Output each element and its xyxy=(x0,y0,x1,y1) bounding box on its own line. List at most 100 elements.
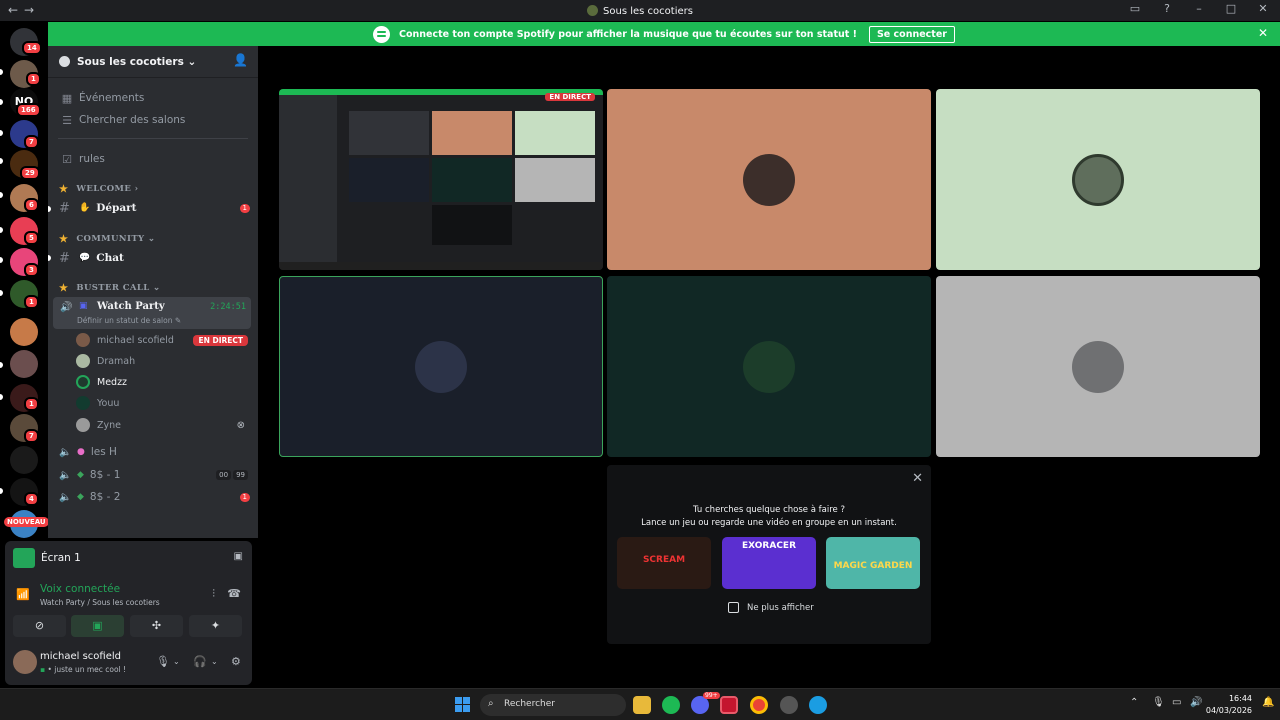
maximize-button[interactable]: □ xyxy=(1222,2,1240,15)
suggest-subtitle: Lance un jeu ou regarde une vidéo en gro… xyxy=(641,518,897,528)
network-icon[interactable]: ▭ xyxy=(1172,697,1181,708)
stream-preview-tile xyxy=(349,111,429,155)
user-limit-tag: 00 99 xyxy=(216,470,248,480)
avatar xyxy=(76,418,90,432)
invite-user-icon[interactable]: 👤 xyxy=(233,53,248,67)
server-icon-13[interactable] xyxy=(10,446,38,474)
chevron-down-icon[interactable]: ⌄ xyxy=(173,657,180,666)
stream-preview-taskbar xyxy=(279,262,603,270)
settings-gear-icon[interactable]: ⚙ xyxy=(231,655,241,668)
user-info: michael scofield ▪ • juste un mec cool !… xyxy=(13,645,245,679)
unread-pill xyxy=(0,362,3,368)
file-explorer-icon[interactable] xyxy=(633,696,651,714)
divider xyxy=(58,138,248,139)
hash-icon: # xyxy=(59,250,70,266)
star-icon: ★ xyxy=(59,282,69,294)
steam-icon[interactable] xyxy=(780,696,798,714)
participant-avatar xyxy=(743,340,795,393)
unread-pill xyxy=(0,488,3,494)
hand-icon: ✋ xyxy=(79,203,91,213)
unread-pill xyxy=(0,290,3,296)
voice-channel-watch-party[interactable]: 🔊 ▣ Watch Party 2:24:51 Définir un statu… xyxy=(53,297,251,329)
noise-suppression-icon[interactable]: ⫶ xyxy=(212,587,215,601)
close-window-button[interactable]: ✕ xyxy=(1254,2,1272,15)
channel-chat[interactable]: # 💬 Chat xyxy=(48,248,258,268)
stop-screen-share-icon[interactable]: ▣ xyxy=(234,551,243,562)
server-header[interactable]: Sous les cocotiers ⌄ 👤 xyxy=(48,46,258,78)
connect-spotify-button[interactable]: Se connecter xyxy=(868,25,955,43)
dont-show-checkbox[interactable] xyxy=(728,602,739,613)
spotify-taskbar-icon[interactable] xyxy=(662,696,680,714)
participant-tile[interactable] xyxy=(607,276,931,457)
clock[interactable]: 16:44 04/03/2026 xyxy=(1206,693,1252,717)
avatar xyxy=(76,396,90,410)
stream-tile[interactable]: EN DIRECT xyxy=(279,89,603,270)
voice-member[interactable]: michael scofield EN DIRECT xyxy=(76,330,251,350)
help-icon[interactable]: ? xyxy=(1158,2,1176,15)
microphone-icon[interactable]: 🎙 xyxy=(156,655,170,668)
unread-pill xyxy=(0,69,3,75)
stream-preview-sidebar xyxy=(279,95,337,262)
participant-tile[interactable] xyxy=(936,89,1260,270)
app-w-icon[interactable] xyxy=(720,696,738,714)
category-welcome[interactable]: ★ WELCOME › xyxy=(48,181,258,197)
game-card-magic-garden[interactable]: MAGIC GARDEN xyxy=(826,537,920,589)
stream-preview-tile xyxy=(432,111,512,155)
tv-icon: ▣ xyxy=(79,301,88,311)
unread-pill xyxy=(0,394,3,400)
set-channel-status[interactable]: Définir un statut de salon ✎ xyxy=(77,316,181,325)
username[interactable]: michael scofield xyxy=(40,651,121,662)
participant-avatar xyxy=(1072,340,1124,393)
banner-close-icon[interactable]: ✕ xyxy=(1258,26,1268,40)
channel-rules[interactable]: ☑ rules xyxy=(48,149,258,169)
close-icon[interactable]: ✕ xyxy=(912,471,923,486)
events-item[interactable]: ▦ Événements xyxy=(48,88,258,108)
edge-icon[interactable] xyxy=(809,696,827,714)
soundboard-button[interactable]: ✦ xyxy=(189,615,242,637)
microphone-tray-icon[interactable]: 🎙 xyxy=(1152,697,1165,708)
game-card-scream[interactable]: SCREAM xyxy=(617,537,711,589)
avatar[interactable] xyxy=(13,650,37,674)
taskbar-search[interactable]: ⌕ Rechercher xyxy=(480,694,626,716)
browse-label: Chercher des salons xyxy=(79,114,186,126)
headphones-icon[interactable]: 🎧 xyxy=(193,655,207,668)
voice-member[interactable]: Youu xyxy=(76,393,251,413)
participant-tile-speaking[interactable] xyxy=(279,276,603,457)
camera-off-button[interactable]: ⊘ xyxy=(13,615,66,637)
chevron-down-icon[interactable]: ⌄ xyxy=(211,657,218,666)
voice-channel-8-1[interactable]: 🔈 ◆ 8$ - 1 00 99 xyxy=(48,465,258,485)
volume-icon[interactable]: 🔊 xyxy=(1190,697,1202,708)
activities-button[interactable]: ✣ xyxy=(130,615,183,637)
activity-suggestion: ✕ Tu cherches quelque chose à faire ? La… xyxy=(607,465,931,644)
browse-channels-item[interactable]: ☰ Chercher des salons xyxy=(48,110,258,130)
voice-location[interactable]: Watch Party / Sous les cocotiers xyxy=(40,598,160,607)
chrome-icon[interactable] xyxy=(750,696,768,714)
voice-connected-label[interactable]: Voix connectée xyxy=(40,583,120,595)
voice-channel-les-h[interactable]: 🔈 ● les H xyxy=(48,442,258,462)
voice-member[interactable]: Zyne ⊗ xyxy=(76,415,251,435)
channel-depart[interactable]: # ✋ Départ 1 xyxy=(48,198,258,218)
inbox-icon[interactable]: ▭ xyxy=(1126,2,1144,15)
voice-member[interactable]: Medzz xyxy=(76,372,251,392)
live-badge: EN DIRECT xyxy=(193,334,248,346)
voice-channel-8-2[interactable]: 🔈 ◆ 8$ - 2 1 xyxy=(48,487,258,507)
participant-tile[interactable] xyxy=(936,276,1260,457)
mention-badge: 1 xyxy=(239,492,250,502)
server-icon-9[interactable] xyxy=(10,318,38,346)
dont-show-label[interactable]: Ne plus afficher xyxy=(747,603,814,613)
category-community[interactable]: ★ COMMUNITY ⌄ xyxy=(48,231,258,247)
game-card-exoracer[interactable]: EXORACER xyxy=(722,537,816,589)
minimize-button[interactable]: – xyxy=(1190,2,1208,15)
speaker-icon: 🔈 xyxy=(59,491,72,503)
windows-start-icon[interactable] xyxy=(455,697,470,712)
server-icon-10[interactable] xyxy=(10,350,38,378)
chevron-up-icon[interactable]: ⌃ xyxy=(1130,697,1138,708)
notification-bell-icon[interactable]: 🔔 xyxy=(1262,697,1274,708)
participant-tile[interactable] xyxy=(607,89,931,270)
screen-share-row: Écran 1 ▣ xyxy=(13,546,245,570)
star-icon: ★ xyxy=(59,183,69,195)
voice-member[interactable]: Dramah xyxy=(76,351,251,371)
share-screen-button[interactable]: ▣ xyxy=(71,615,124,637)
category-buster-call[interactable]: ★ BUSTER CALL ⌄ xyxy=(48,280,258,296)
disconnect-icon[interactable]: ☎ xyxy=(227,587,241,600)
